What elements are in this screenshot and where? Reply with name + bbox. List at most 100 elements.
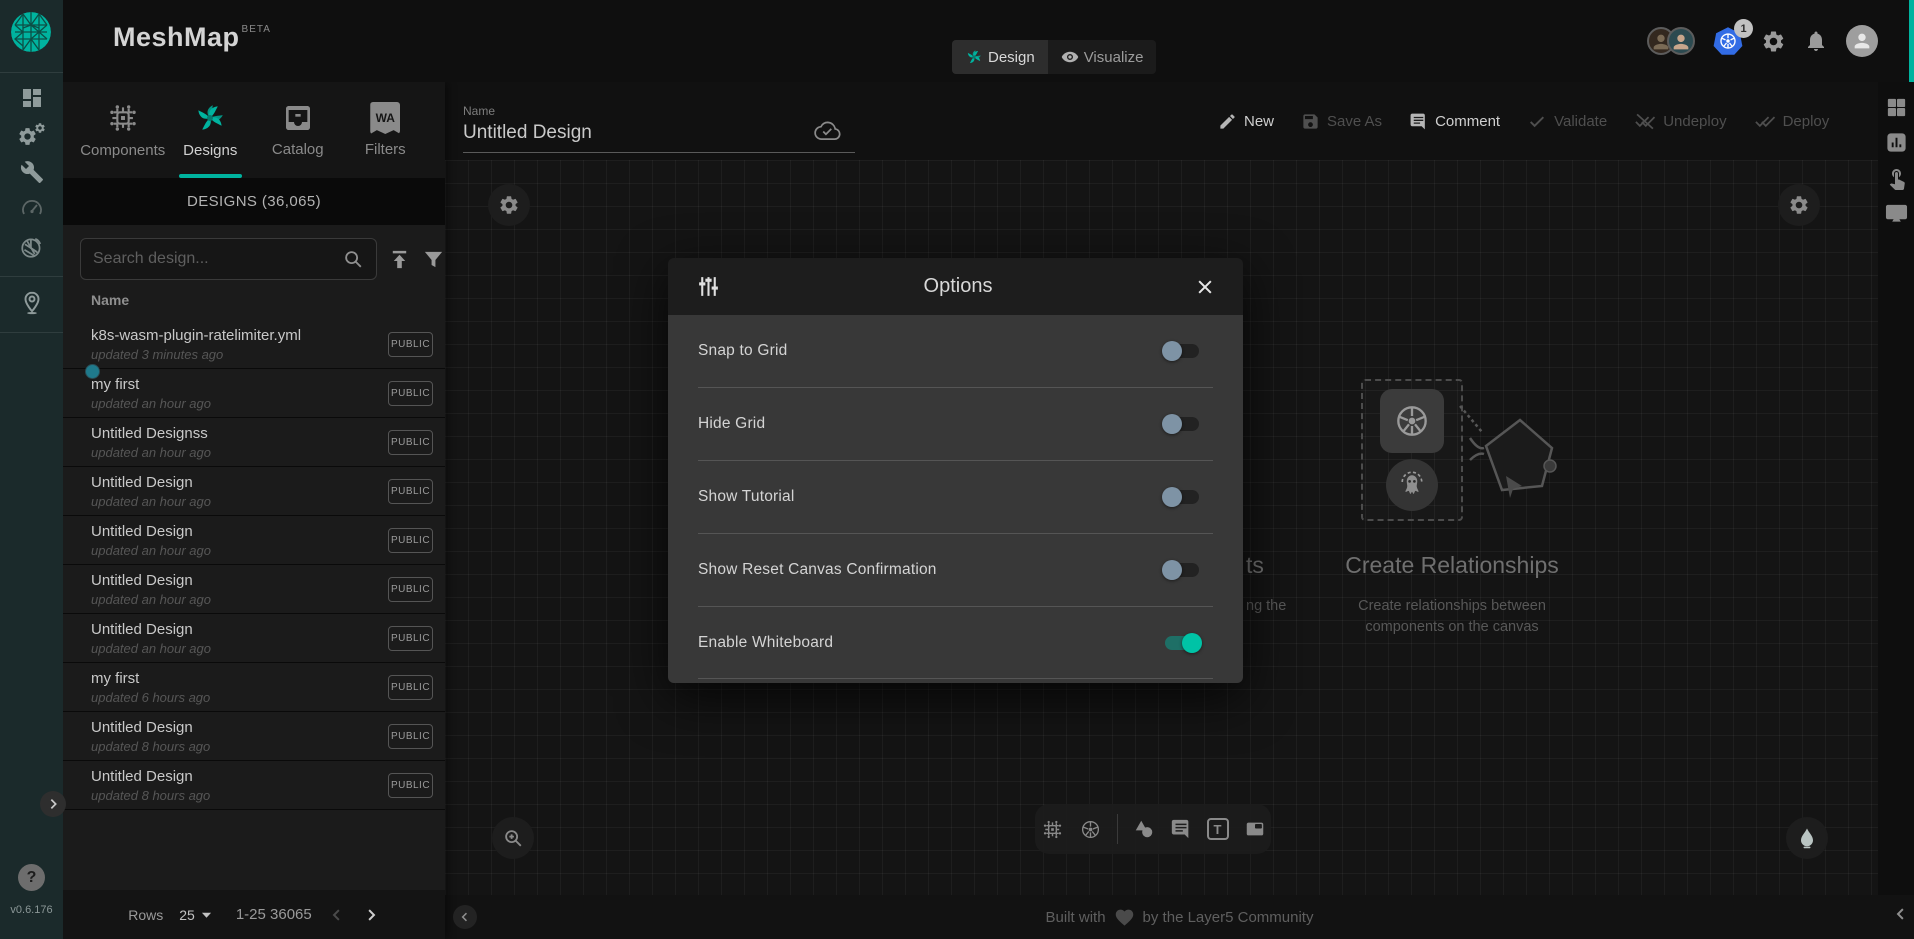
import-design-icon[interactable] (388, 248, 411, 271)
double-check-icon (1754, 112, 1776, 131)
visibility-badge: PUBLIC (388, 577, 433, 602)
shapes-icon[interactable] (1133, 818, 1155, 840)
panel-expand-chevron[interactable] (40, 791, 66, 817)
canvas-tools-dock: T (1035, 804, 1271, 854)
design-row[interactable]: my first updated 6 hours ago PUBLIC (63, 663, 445, 712)
beta-tag: BETA (242, 24, 271, 35)
footer-text-suffix: by the Layer5 Community (1143, 909, 1314, 926)
pentagon-cursor-illustration (1468, 408, 1558, 503)
tab-catalog[interactable]: Catalog (254, 82, 342, 178)
design-row[interactable]: Untitled Design updated an hour ago PUBL… (63, 467, 445, 516)
visibility-badge: PUBLIC (388, 332, 433, 357)
visibility-badge: PUBLIC (388, 528, 433, 553)
tab-designs[interactable]: Designs (167, 82, 255, 178)
lifecycle-gears-icon[interactable] (0, 122, 63, 148)
lamp-button[interactable] (1786, 817, 1828, 859)
meshmap-app: MeshMap BETA Design Visualize 1 (0, 0, 1914, 939)
save-as-button[interactable]: Save As (1301, 112, 1382, 131)
column-header-name: Name (91, 292, 129, 308)
option-row: Show Reset Canvas Confirmation (698, 534, 1213, 607)
pencil-icon (1218, 112, 1237, 131)
help-button[interactable]: ? (18, 864, 45, 891)
collaborator-avatars[interactable] (1647, 27, 1695, 55)
meshery-logo[interactable] (11, 12, 51, 52)
rows-label: Rows (128, 907, 163, 923)
designs-panel: Components Designs Catalog WA Filters DE… (63, 82, 445, 939)
tab-filters[interactable]: WA Filters (342, 82, 430, 178)
mode-switcher: Design Visualize (952, 40, 1156, 74)
show-tutorial-toggle[interactable] (1165, 490, 1199, 504)
mesh-pie-icon[interactable] (0, 234, 63, 260)
snap-to-grid-toggle[interactable] (1165, 344, 1199, 358)
design-row[interactable]: my first updated an hour ago PUBLIC (63, 369, 445, 418)
zoom-button[interactable] (492, 817, 534, 859)
new-button[interactable]: New (1218, 112, 1274, 131)
search-icon[interactable] (342, 248, 364, 270)
touch-hand-icon[interactable] (1885, 166, 1909, 190)
reset-canvas-confirmation-toggle[interactable] (1165, 563, 1199, 577)
empty-state-description: Create relationships between components … (1352, 596, 1552, 638)
options-modal-body: Snap to Grid Hide Grid Show Tutorial Sho… (668, 315, 1243, 683)
design-row[interactable]: Untitled Design updated an hour ago PUBL… (63, 614, 445, 663)
performance-gauge-icon[interactable] (0, 196, 63, 220)
design-row[interactable]: Untitled Design updated 8 hours ago PUBL… (63, 712, 445, 761)
widgets-grid-icon[interactable] (1885, 96, 1908, 119)
validate-button[interactable]: Validate (1527, 112, 1607, 131)
tab-design[interactable]: Design (952, 40, 1048, 74)
collaborator-avatar-2[interactable] (1667, 27, 1695, 55)
deploy-button[interactable]: Deploy (1754, 112, 1830, 131)
user-avatar-button[interactable] (1846, 25, 1878, 57)
check-icon (1527, 112, 1547, 131)
toolkit-wrench-icon[interactable] (0, 160, 63, 184)
next-page-button[interactable] (362, 906, 380, 924)
tab-visualize[interactable]: Visualize (1048, 40, 1157, 74)
visibility-badge: PUBLIC (388, 430, 433, 455)
kubernetes-wheel-icon[interactable] (1079, 818, 1102, 841)
bottom-collapse-right-chevron[interactable] (1892, 905, 1910, 923)
prev-page-button[interactable] (328, 906, 346, 924)
design-row[interactable]: Untitled Design updated 8 hours ago PUBL… (63, 761, 445, 810)
close-icon[interactable] (1195, 277, 1215, 297)
bottom-collapse-left-chevron[interactable] (453, 905, 477, 929)
monitor-icon[interactable] (1885, 202, 1908, 225)
design-name-field: Name (463, 104, 855, 153)
visibility-badge: PUBLIC (388, 381, 433, 406)
app-brand: MeshMap BETA (113, 22, 271, 53)
design-row[interactable]: k8s-wasm-plugin-ratelimiter.yml updated … (63, 320, 445, 369)
kubernetes-node (1380, 389, 1444, 453)
hide-grid-toggle[interactable] (1165, 417, 1199, 431)
settings-gear-icon[interactable] (1761, 29, 1786, 54)
design-name-input[interactable] (463, 118, 855, 153)
canvas-settings-button[interactable] (1778, 184, 1820, 226)
tab-components[interactable]: Components (79, 82, 167, 178)
empty-state-title: Create Relationships (1332, 552, 1572, 579)
components-icon (106, 101, 140, 135)
comment-button[interactable]: Comment (1409, 112, 1500, 131)
filter-funnel-icon[interactable] (422, 248, 445, 271)
canvas-action-toolbar: New Save As Comment Validate Undeploy De… (1218, 82, 1829, 160)
designs-count-header: DESIGNS (36,065) (63, 178, 445, 225)
text-tool-icon[interactable]: T (1207, 818, 1229, 840)
notifications-bell-icon[interactable] (1804, 29, 1828, 53)
design-row[interactable]: Untitled Design updated an hour ago PUBL… (63, 516, 445, 565)
design-row[interactable]: Untitled Design updated an hour ago PUBL… (63, 565, 445, 614)
meshmap-pin-icon[interactable] (0, 290, 63, 316)
dashboard-icon[interactable] (0, 86, 63, 110)
design-list: k8s-wasm-plugin-ratelimiter.yml updated … (63, 320, 445, 810)
rows-per-page-select[interactable]: 25 (179, 907, 212, 923)
enable-whiteboard-toggle[interactable] (1165, 636, 1199, 650)
comment-tool-icon[interactable] (1170, 818, 1192, 840)
panel-tabs: Components Designs Catalog WA Filters (63, 82, 445, 178)
options-modal-header: Options (668, 258, 1243, 315)
app-title: MeshMap (113, 22, 240, 53)
pagination-range: 1-25 36065 (236, 906, 312, 923)
design-row[interactable]: Untitled Designss updated an hour ago PU… (63, 418, 445, 467)
component-shapes-icon[interactable] (1041, 818, 1064, 841)
undeploy-button[interactable]: Undeploy (1634, 112, 1726, 131)
search-input[interactable] (93, 250, 342, 268)
kubernetes-context-button[interactable]: 1 (1713, 26, 1743, 56)
bar-chart-icon[interactable] (1885, 131, 1908, 154)
media-tool-icon[interactable] (1244, 818, 1266, 840)
canvas-arrange-button[interactable] (488, 184, 530, 226)
gear-flower-icon (498, 194, 520, 216)
